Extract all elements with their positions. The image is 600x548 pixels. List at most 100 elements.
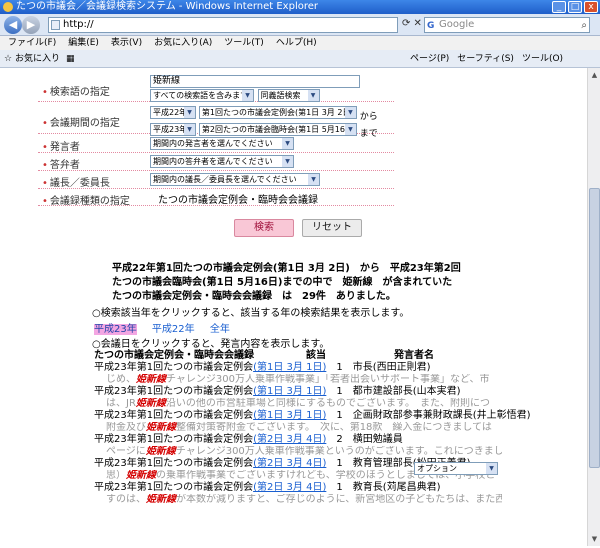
dropdown-icon: ▼ xyxy=(307,90,319,101)
result-speaker: 横田勉議員 xyxy=(352,434,403,445)
search-icon[interactable]: ⌕ xyxy=(581,19,587,33)
dropdown-icon: ▼ xyxy=(344,124,356,135)
menu-help[interactable]: ヘルプ(H) xyxy=(276,36,317,50)
snippet-highlight: 姫新線 xyxy=(136,374,166,385)
speaker-label: 発言者 xyxy=(42,138,80,153)
menu-view[interactable]: 表示(V) xyxy=(111,36,142,50)
refresh-icon[interactable]: ⟳ ✕ xyxy=(402,18,422,29)
to-meeting-value: 第2回たつの市議会臨時会(第1日 5月16日) xyxy=(201,125,357,134)
period-controls: 平成22年 ▼ 第1回たつの市議会定例会(第1日 3月 2日) ▼ から 平成23年… xyxy=(150,106,378,139)
result-speaker: 企画財政部参事兼財政課長(井上彰悟君) xyxy=(352,410,531,421)
result-date-link[interactable]: (第1日 3月 1日) xyxy=(253,410,326,421)
menu-edit[interactable]: 編集(E) xyxy=(68,36,99,50)
summary-line-3: たつの市議会定例会・臨時会会議録 は 29件 ありました。 xyxy=(112,291,396,302)
result-count: 1 xyxy=(336,458,343,469)
chair-controls: 期間内の議長／委員長を選んでください ▼ xyxy=(150,173,320,189)
command-tools: ページ(P) セーフティ(S) ツール(O) xyxy=(410,50,563,68)
period-to-year-select[interactable]: 平成23年 ▼ xyxy=(150,123,196,136)
menu-bar: ファイル(F) 編集(E) 表示(V) お気に入り(A) ツール(T) ヘルプ(… xyxy=(0,36,600,50)
close-button[interactable]: x xyxy=(584,1,598,13)
period-from-year-select[interactable]: 平成22年 ▼ xyxy=(150,106,196,119)
result-entry: 平成23年第1回たつの市議会定例会(第1日 3月 1日) 1 都市建設部長(山本… xyxy=(94,386,514,410)
tab-icon[interactable]: ▦ xyxy=(66,50,75,68)
period-to-meeting-select[interactable]: 第2回たつの市議会臨時会(第1日 5月16日) ▼ xyxy=(198,123,357,136)
google-icon: G xyxy=(427,21,435,31)
period-from-meeting-select[interactable]: 第1回たつの市議会定例会(第1日 3月 2日) ▼ xyxy=(198,106,357,119)
snippet-pre: すのは、 xyxy=(106,494,146,505)
snippet-highlight: 姫新線 xyxy=(146,494,176,505)
maximize-button[interactable]: □ xyxy=(568,1,582,13)
chair-value: 期間内の議長／委員長を選んでください xyxy=(153,175,297,184)
menu-tools[interactable]: ツール(T) xyxy=(224,36,264,50)
result-main: 平成23年第1回たつの市議会定例会(第1日 3月 1日) 1 企画財政部参事兼財… xyxy=(94,410,531,422)
favorites-button[interactable]: ☆ お気に入り xyxy=(4,50,60,68)
forward-button[interactable]: ▶ xyxy=(22,16,40,34)
chair-label: 議長／委員長 xyxy=(42,174,110,189)
result-snippet: じめ、姫新線チャレンジ300万人乗車作戦事業」「若者出会いサポート事業」など、市 xyxy=(94,374,502,386)
keyword-mode-value: すべての検索語を含みます xyxy=(153,91,249,100)
snippet-post: チャレンジ300万人乗車作戦事業」「若者出会いサポート事業」など、市 xyxy=(166,374,490,385)
snippet-highlight: 姫新線 xyxy=(135,398,166,409)
result-date-link[interactable]: (第2日 3月 4日) xyxy=(253,482,326,493)
url-field[interactable]: http:// xyxy=(48,17,398,33)
result-snippet: ページに姫新線チャレンジ300万人乗車作戦事業というのがございます。これにつきま… xyxy=(94,446,502,458)
menu-file[interactable]: ファイル(F) xyxy=(8,36,56,50)
result-date-link[interactable]: (第1日 3月 1日) xyxy=(253,386,326,397)
vertical-scrollbar[interactable]: ▲ ▼ xyxy=(587,68,600,546)
page-menu[interactable]: ページ(P) xyxy=(410,50,449,68)
result-summary: 平成22年第1回たつの市議会定例会(第1日 3月 2日) から 平成23年第2回… xyxy=(112,262,492,304)
result-main: 平成23年第1回たつの市議会定例会(第1日 3月 1日) 1 都市建設部長(山本… xyxy=(94,386,514,398)
answerer-label: 答弁者 xyxy=(42,156,80,171)
year-link-h23[interactable]: 平成23年 xyxy=(94,324,137,335)
dropdown-icon: ▼ xyxy=(184,124,195,135)
snippet-highlight: 姫新線 xyxy=(145,446,176,457)
result-main: 平成23年第1回たつの市議会定例会(第1日 3月 1日) 1 市長(西田正則君) xyxy=(94,362,514,374)
result-date-link[interactable]: (第2日 3月 4日) xyxy=(253,434,326,445)
options-value: オプション xyxy=(417,464,457,473)
tools-menu[interactable]: ツール(O) xyxy=(522,50,563,68)
result-meeting: 平成23年第1回たつの市議会定例会 xyxy=(94,362,254,373)
keyword-input[interactable]: 姫新線 xyxy=(150,75,360,88)
dropdown-icon: ▼ xyxy=(184,107,195,118)
type-value: たつの市議会定例会・臨時会会議録 xyxy=(158,195,318,206)
dropdown-icon: ▼ xyxy=(282,156,293,167)
result-date-link[interactable]: (第2日 3月 4日) xyxy=(253,458,326,469)
result-main: 平成23年第1回たつの市議会定例会(第2日 3月 4日) 2 横田勉議員 xyxy=(94,434,514,446)
result-count: 1 xyxy=(336,410,343,421)
year-link-all[interactable]: 全年 xyxy=(210,324,230,335)
header-speaker: 発言者名 xyxy=(394,350,434,361)
dropdown-icon: ▼ xyxy=(344,107,356,118)
result-count: 1 xyxy=(336,386,343,397)
reset-button[interactable]: リセット xyxy=(302,219,362,237)
result-speaker: 市長(西田正則君) xyxy=(352,362,431,373)
speaker-select[interactable]: 期間内の発言者を選んでください ▼ xyxy=(150,137,294,150)
answerer-select[interactable]: 期間内の答弁者を選んでください ▼ xyxy=(150,155,294,168)
scroll-thumb[interactable] xyxy=(589,188,600,468)
menu-favorites[interactable]: お気に入り(A) xyxy=(154,36,212,50)
year-links: 平成23年 平成22年 全年 xyxy=(94,320,242,335)
scroll-down-icon[interactable]: ▼ xyxy=(589,533,600,545)
result-entry: 平成23年第1回たつの市議会定例会(第2日 3月 4日) 2 横田勉議員 ページ… xyxy=(94,434,514,458)
chair-select[interactable]: 期間内の議長／委員長を選んでください ▼ xyxy=(150,173,320,186)
keyword-mode-select[interactable]: すべての検索語を含みます ▼ xyxy=(150,89,254,102)
result-date-link[interactable]: (第1日 3月 1日) xyxy=(253,362,326,373)
from-meeting-value: 第1回たつの市議会定例会(第1日 3月 2日) xyxy=(201,108,354,117)
options-select[interactable]: オプション ▼ xyxy=(414,462,498,475)
address-bar: ◀ ▶ http:// ⟳ ✕ G Google ⌕ xyxy=(0,14,600,36)
window-title: たつの市議会／会議録検索システム - Windows Internet Expl… xyxy=(16,1,319,12)
snippet-post: 沿いの他の市営駐車場と同様にするものでございます。 また、附則につ xyxy=(165,398,491,409)
year-link-h22[interactable]: 平成22年 xyxy=(152,324,195,335)
favorites-label: お気に入り xyxy=(14,54,60,64)
answerer-controls: 期間内の答弁者を選んでください ▼ xyxy=(150,155,294,171)
to-year-value: 平成23年 xyxy=(153,125,188,134)
search-input[interactable]: G Google ⌕ xyxy=(424,17,590,33)
year-hint: ○検索該当年をクリックすると、該当する年の検索結果を表示します。 xyxy=(92,308,410,319)
search-button[interactable]: 検索 xyxy=(234,219,294,237)
back-button[interactable]: ◀ xyxy=(4,16,22,34)
snippet-pre: ページに xyxy=(106,446,146,457)
minimize-button[interactable]: _ xyxy=(552,1,566,13)
scroll-up-icon[interactable]: ▲ xyxy=(589,69,600,81)
search-placeholder: Google xyxy=(439,19,475,30)
synonym-select[interactable]: 同義語検索 ▼ xyxy=(257,89,320,102)
safety-menu[interactable]: セーフティ(S) xyxy=(457,50,514,68)
